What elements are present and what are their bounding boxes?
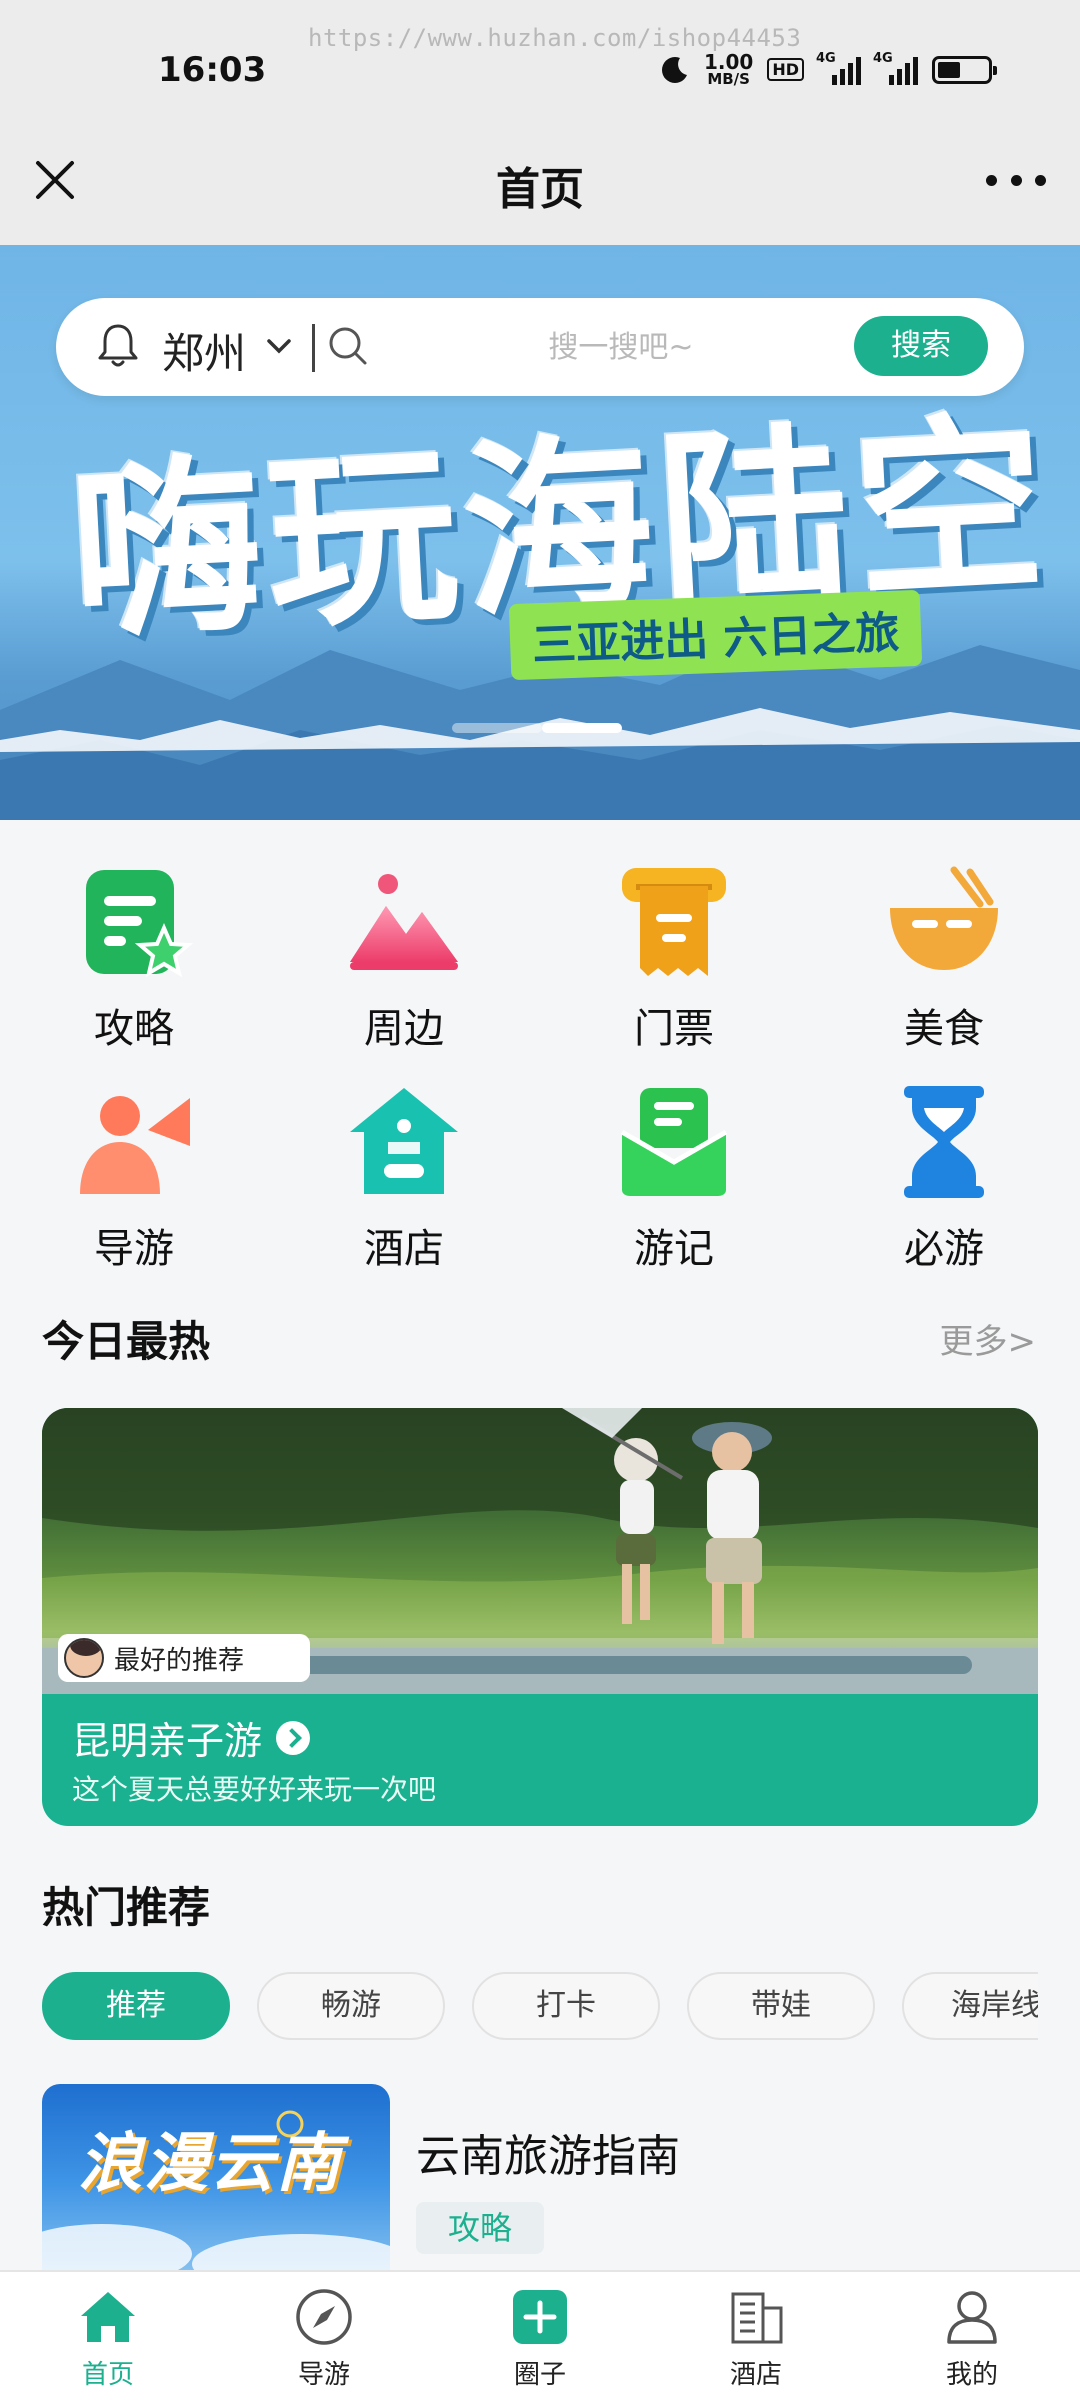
thumbnail-title: 浪漫云南 <box>78 2126 342 2201</box>
net-speed-unit: MB/S <box>707 70 750 88</box>
tab-label: 导游 <box>297 2360 350 2390</box>
compass-icon <box>296 2289 352 2345</box>
building-icon <box>731 2292 783 2344</box>
ticket-icon <box>622 868 726 976</box>
home-icon <box>81 2292 135 2342</box>
guide-icon <box>86 870 194 978</box>
moon-icon <box>661 56 687 83</box>
hourglass-icon <box>904 1086 984 1198</box>
category-label: 导游 <box>94 1226 174 1272</box>
tab-label: 我的 <box>945 2360 998 2390</box>
chip-recommend[interactable]: 推荐 <box>42 1972 230 2040</box>
travel-note-icon <box>620 1088 728 1196</box>
category-label: 门票 <box>634 1006 714 1052</box>
tab-label: 首页 <box>81 2360 134 2390</box>
filter-chips: 推荐 畅游 打卡 带娃 海岸线 <box>42 1972 1038 2042</box>
category-label: 必游 <box>904 1226 984 1272</box>
battery-icon <box>932 55 997 84</box>
hot-today-subtitle: 这个夏天总要好好来玩一次吧 <box>72 1773 437 1806</box>
carousel-indicator <box>452 723 622 733</box>
tab-label: 圈子 <box>513 2360 566 2390</box>
category-ticket[interactable]: 门票 <box>574 862 774 1054</box>
watermark-text: https://www.huzhan.com/ishop44453 <box>308 24 802 52</box>
tour-guide-icon <box>80 1096 190 1194</box>
chip-checkin[interactable]: 打卡 <box>472 1972 660 2040</box>
chip-tour[interactable]: 畅游 <box>257 1972 445 2040</box>
hot-today-photo: 最好的推荐 <box>42 1408 1038 1694</box>
chevron-right-icon[interactable] <box>276 1720 311 1755</box>
category-tour-guide[interactable]: 导游 <box>34 1082 234 1274</box>
recommend-tag-text: 最好的推荐 <box>114 1645 245 1676</box>
category-label: 周边 <box>364 1006 444 1052</box>
hot-today-title: 昆明亲子游 <box>72 1719 263 1763</box>
status-icons: 1.00 MB/S HD 4G 4G <box>660 51 997 87</box>
category-grid: 攻略 周边 门票 美食 导游 酒店 游记 必游 <box>0 840 1080 1280</box>
tab-hotel[interactable]: 酒店 <box>648 2286 864 2391</box>
carousel-dot[interactable] <box>542 723 622 733</box>
signal-1-label: 4G <box>816 50 836 66</box>
signal-icon-2: 4G <box>873 51 918 85</box>
category-hotel[interactable]: 酒店 <box>304 1082 504 1274</box>
category-label: 攻略 <box>94 1006 174 1052</box>
category-label: 游记 <box>634 1226 714 1272</box>
search-bar: 郑州 搜索 <box>56 298 1024 396</box>
search-divider <box>312 324 315 372</box>
carousel-dot[interactable] <box>452 723 542 733</box>
tab-guide[interactable]: 导游 <box>216 2286 432 2391</box>
plus-icon <box>513 2290 567 2344</box>
net-speed-value: 1.00 <box>703 50 754 74</box>
tab-mine[interactable]: 我的 <box>864 2286 1080 2391</box>
city-selector[interactable]: 郑州 <box>162 320 246 381</box>
net-speed: 1.00 MB/S <box>704 52 753 87</box>
hot-today-title-row: 昆明亲子游 <box>72 1710 311 1765</box>
bell-icon[interactable] <box>96 322 140 370</box>
mountain-icon <box>350 874 458 970</box>
status-time: 16:03 <box>158 50 267 90</box>
chip-coastline[interactable]: 海岸线 <box>902 1972 1038 2040</box>
more-icon[interactable] <box>986 165 1046 195</box>
search-button[interactable]: 搜索 <box>854 316 988 376</box>
category-travel-note[interactable]: 游记 <box>574 1082 774 1274</box>
section-title-hot-today: 今日最热 <box>42 1317 211 1366</box>
category-label: 美食 <box>904 1006 984 1052</box>
battery-fill <box>938 61 960 78</box>
status-bar: https://www.huzhan.com/ishop44453 16:03 … <box>0 0 1080 125</box>
page-title: 首页 <box>496 164 584 215</box>
recommend-thumbnail: 浪漫云南 <box>42 2084 390 2284</box>
nav-bar: 首页 <box>0 125 1080 245</box>
signal-2-label: 4G <box>873 50 893 66</box>
avatar <box>64 1638 104 1678</box>
tab-circle[interactable]: 圈子 <box>432 2286 648 2391</box>
recommend-title: 云南旅游指南 <box>416 2131 680 2182</box>
recommend-tag-badge: 攻略 <box>416 2202 544 2254</box>
category-guide[interactable]: 攻略 <box>34 862 234 1054</box>
recommend-tag: 最好的推荐 <box>58 1634 310 1682</box>
search-icon <box>329 327 367 365</box>
section-title-hot-recommend: 热门推荐 <box>42 1883 211 1932</box>
recommend-item[interactable]: 浪漫云南 云南旅游指南 攻略 <box>42 2084 1038 2284</box>
tab-bar: 首页 导游 圈子 酒店 我的 <box>0 2270 1080 2400</box>
category-must-see[interactable]: 必游 <box>844 1082 1044 1274</box>
user-icon <box>947 2291 997 2344</box>
banner-subtitle: 三亚进出 六日之旅 <box>508 589 923 681</box>
chip-with-kids[interactable]: 带娃 <box>687 1972 875 2040</box>
category-nearby[interactable]: 周边 <box>304 862 504 1054</box>
more-link[interactable]: 更多> <box>940 1314 1037 1363</box>
signal-icon: 4G <box>816 51 861 85</box>
tab-label: 酒店 <box>729 2360 782 2390</box>
hd-badge: HD <box>767 58 804 81</box>
category-food[interactable]: 美食 <box>844 862 1044 1054</box>
chevron-down-icon[interactable] <box>264 334 294 358</box>
hot-today-card[interactable]: 最好的推荐 昆明亲子游 这个夏天总要好好来玩一次吧 <box>42 1408 1038 1826</box>
tab-home[interactable]: 首页 <box>0 2286 216 2391</box>
hotel-icon <box>350 1088 458 1194</box>
search-input[interactable] <box>386 318 856 376</box>
bowl-icon <box>890 866 998 970</box>
category-label: 酒店 <box>364 1226 444 1272</box>
